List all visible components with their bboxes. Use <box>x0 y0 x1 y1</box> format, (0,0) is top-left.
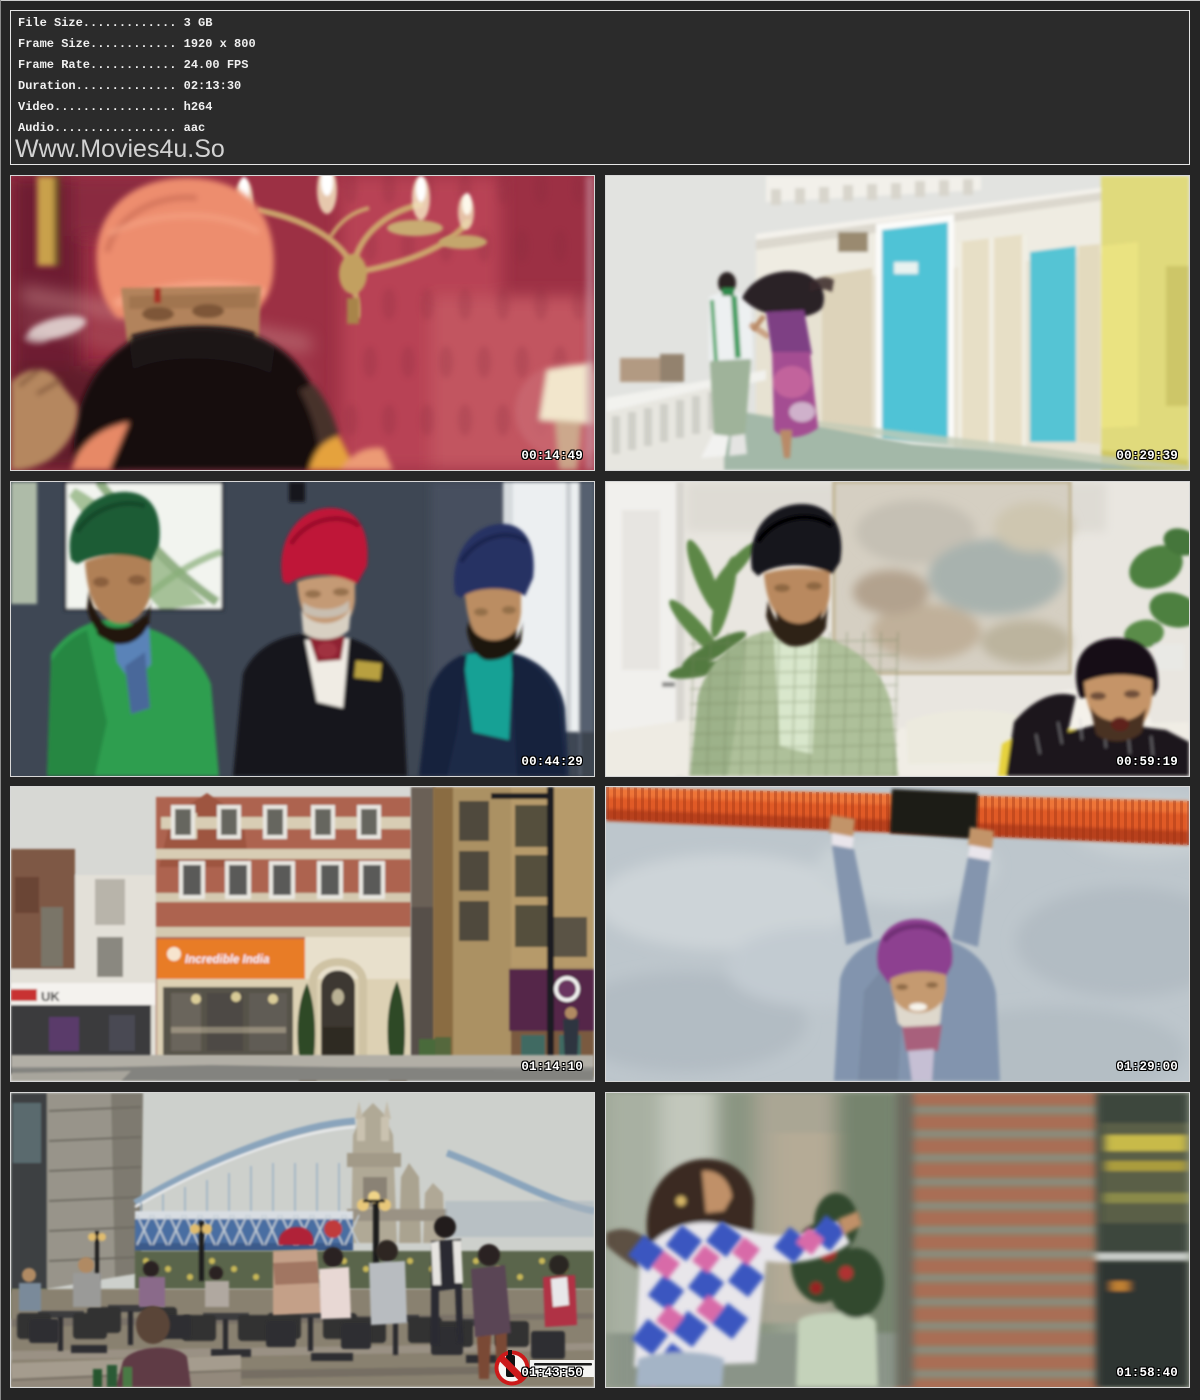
svg-text:UK: UK <box>41 989 60 1004</box>
svg-text:Incredible India: Incredible India <box>185 954 270 966</box>
